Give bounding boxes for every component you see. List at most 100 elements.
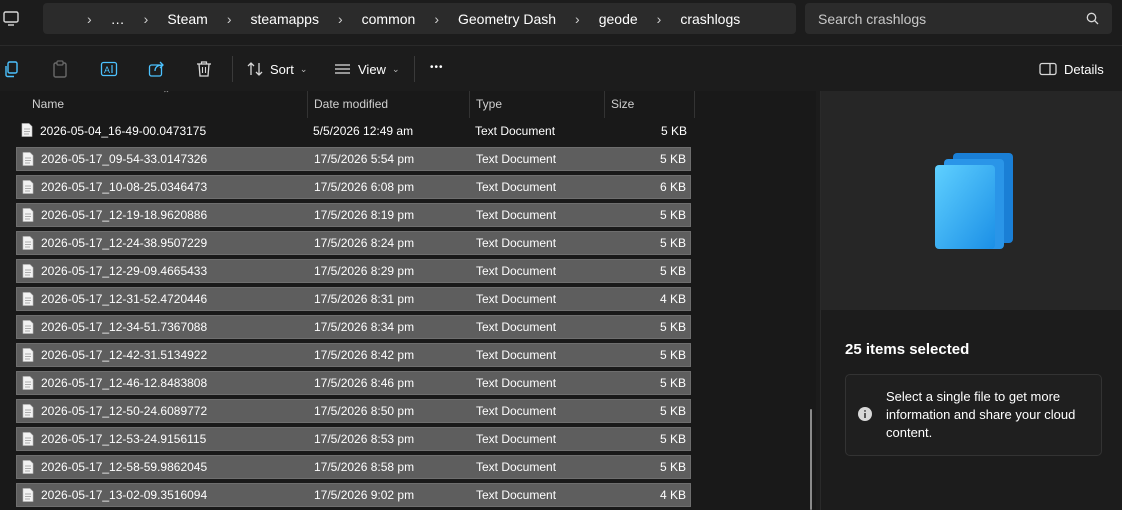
file-type: Text Document: [476, 488, 557, 502]
text-file-icon: [22, 348, 34, 362]
details-pane: 25 items selected Select a single file t…: [820, 91, 1122, 510]
file-size: 5 KB: [659, 152, 686, 166]
file-size: 5 KB: [659, 404, 686, 418]
file-row[interactable]: 2026-05-04_16-49-00.0473175 5/5/2026 12:4…: [16, 119, 691, 143]
column-header-date[interactable]: Date modified: [314, 97, 388, 111]
column-divider[interactable]: [469, 91, 470, 118]
file-name: 2026-05-17_12-50-24.6089772: [41, 404, 208, 418]
search-input[interactable]: [818, 10, 1078, 27]
file-date: 17/5/2026 8:53 pm: [314, 432, 415, 446]
file-size: 4 KB: [659, 292, 686, 306]
text-file-icon: [22, 376, 34, 390]
file-name: 2026-05-17_09-54-33.0147326: [41, 152, 208, 166]
file-size: 5 KB: [659, 376, 686, 390]
trash-icon: [197, 61, 211, 77]
share-button[interactable]: [148, 58, 166, 80]
more-options-button[interactable]: •••: [430, 56, 444, 78]
breadcrumb-item[interactable]: crashlogs: [680, 3, 740, 34]
file-row[interactable]: 2026-05-17_09-54-33.0147326 17/5/2026 5:5…: [16, 147, 691, 171]
toolbar-divider: [232, 56, 233, 82]
file-row[interactable]: 2026-05-17_12-29-09.4665433 17/5/2026 8:2…: [16, 259, 691, 283]
file-date: 17/5/2026 8:46 pm: [314, 376, 415, 390]
breadcrumb-item[interactable]: Steam: [167, 3, 207, 34]
file-name: 2026-05-04_16-49-00.0473175: [40, 124, 207, 138]
text-file-icon: [22, 264, 34, 278]
chevron-right-icon[interactable]: ›: [657, 11, 662, 27]
command-bar: A Sort ⌄ View ⌄ ••• Details: [0, 45, 1122, 91]
file-row[interactable]: 2026-05-17_12-19-18.9620886 17/5/2026 8:1…: [16, 203, 691, 227]
file-size: 6 KB: [659, 180, 686, 194]
breadcrumb-item[interactable]: geode: [599, 3, 638, 34]
search-box[interactable]: [805, 3, 1112, 34]
delete-button[interactable]: [196, 58, 212, 80]
text-file-icon: [22, 152, 34, 166]
file-row[interactable]: 2026-05-17_12-58-59.9862045 17/5/2026 8:5…: [16, 455, 691, 479]
chevron-right-icon[interactable]: ›: [227, 11, 232, 27]
breadcrumb-item[interactable]: steamapps: [250, 3, 318, 34]
chevron-right-icon[interactable]: ›: [87, 11, 92, 27]
file-size: 5 KB: [660, 124, 687, 138]
sort-button[interactable]: Sort ⌄: [247, 58, 307, 80]
details-button[interactable]: Details: [1039, 58, 1104, 80]
file-row[interactable]: 2026-05-17_12-46-12.8483808 17/5/2026 8:4…: [16, 371, 691, 395]
sort-icon: [247, 62, 263, 76]
file-size: 5 KB: [659, 348, 686, 362]
view-icon: [335, 64, 350, 74]
file-name: 2026-05-17_12-19-18.9620886: [41, 208, 208, 222]
file-row[interactable]: 2026-05-17_12-24-38.9507229 17/5/2026 8:2…: [16, 231, 691, 255]
file-type: Text Document: [476, 152, 557, 166]
breadcrumb-item[interactable]: Geometry Dash: [458, 3, 556, 34]
file-row[interactable]: 2026-05-17_13-02-09.3516094 17/5/2026 9:0…: [16, 483, 691, 507]
file-row[interactable]: 2026-05-17_12-42-31.5134922 17/5/2026 8:4…: [16, 343, 691, 367]
vertical-scrollbar[interactable]: [810, 409, 812, 510]
column-divider[interactable]: [604, 91, 605, 118]
file-type: Text Document: [476, 208, 557, 222]
file-name: 2026-05-17_12-31-52.4720446: [41, 292, 208, 306]
info-message: Select a single file to get more informa…: [886, 389, 1076, 440]
chevron-right-icon[interactable]: ›: [338, 11, 343, 27]
file-row[interactable]: 2026-05-17_12-53-24.9156115 17/5/2026 8:5…: [16, 427, 691, 451]
breadcrumb-label: crashlogs: [680, 10, 741, 27]
chevron-down-icon: ⌄: [299, 63, 308, 74]
file-size: 5 KB: [659, 236, 686, 250]
search-icon[interactable]: [1086, 12, 1099, 25]
file-type: Text Document: [476, 348, 557, 362]
more-icon: •••: [430, 61, 444, 73]
text-file-icon: [22, 208, 34, 222]
column-header-type[interactable]: Type: [476, 97, 502, 111]
file-row[interactable]: 2026-05-17_12-31-52.4720446 17/5/2026 8:3…: [16, 287, 691, 311]
file-row[interactable]: 2026-05-17_10-08-25.0346473 17/5/2026 6:0…: [16, 175, 691, 199]
copy-button[interactable]: [4, 58, 20, 80]
file-date: 17/5/2026 9:02 pm: [314, 488, 415, 502]
file-row[interactable]: 2026-05-17_12-34-51.7367088 17/5/2026 8:3…: [16, 315, 691, 339]
this-pc-icon[interactable]: [2, 6, 22, 30]
text-file-icon: [22, 404, 34, 418]
rename-button[interactable]: A: [100, 58, 118, 80]
file-type: Text Document: [476, 376, 557, 390]
column-header-size[interactable]: Size: [611, 97, 634, 111]
chevron-right-icon[interactable]: ›: [434, 11, 439, 27]
text-file-icon: [22, 432, 34, 446]
column-divider[interactable]: [694, 91, 695, 118]
breadcrumb-label: Geometry Dash: [458, 10, 557, 27]
column-divider[interactable]: [307, 91, 308, 118]
text-file-icon: [22, 320, 34, 334]
file-name: 2026-05-17_12-53-24.9156115: [41, 432, 207, 446]
file-type: Text Document: [476, 460, 557, 474]
paste-button[interactable]: [52, 58, 68, 80]
view-button[interactable]: View ⌄: [334, 58, 400, 80]
file-row[interactable]: 2026-05-17_12-50-24.6089772 17/5/2026 8:5…: [16, 399, 691, 423]
file-name: 2026-05-17_10-08-25.0346473: [41, 180, 208, 194]
breadcrumb[interactable]: › … › Steam › steamapps › common › Geometry Dash ›…: [43, 3, 796, 34]
column-header-name[interactable]: Name: [32, 97, 64, 111]
breadcrumb-item[interactable]: …: [111, 3, 125, 34]
file-name: 2026-05-17_12-24-38.9507229: [41, 236, 208, 250]
file-type: Text Document: [475, 124, 556, 138]
view-label: View: [358, 61, 386, 77]
file-name: 2026-05-17_12-34-51.7367088: [41, 320, 208, 334]
breadcrumb-item[interactable]: common: [362, 3, 416, 34]
chevron-right-icon[interactable]: ›: [575, 11, 580, 27]
file-name: 2026-05-17_12-46-12.8483808: [41, 376, 208, 390]
chevron-right-icon[interactable]: ›: [144, 11, 149, 27]
file-type: Text Document: [476, 236, 557, 250]
